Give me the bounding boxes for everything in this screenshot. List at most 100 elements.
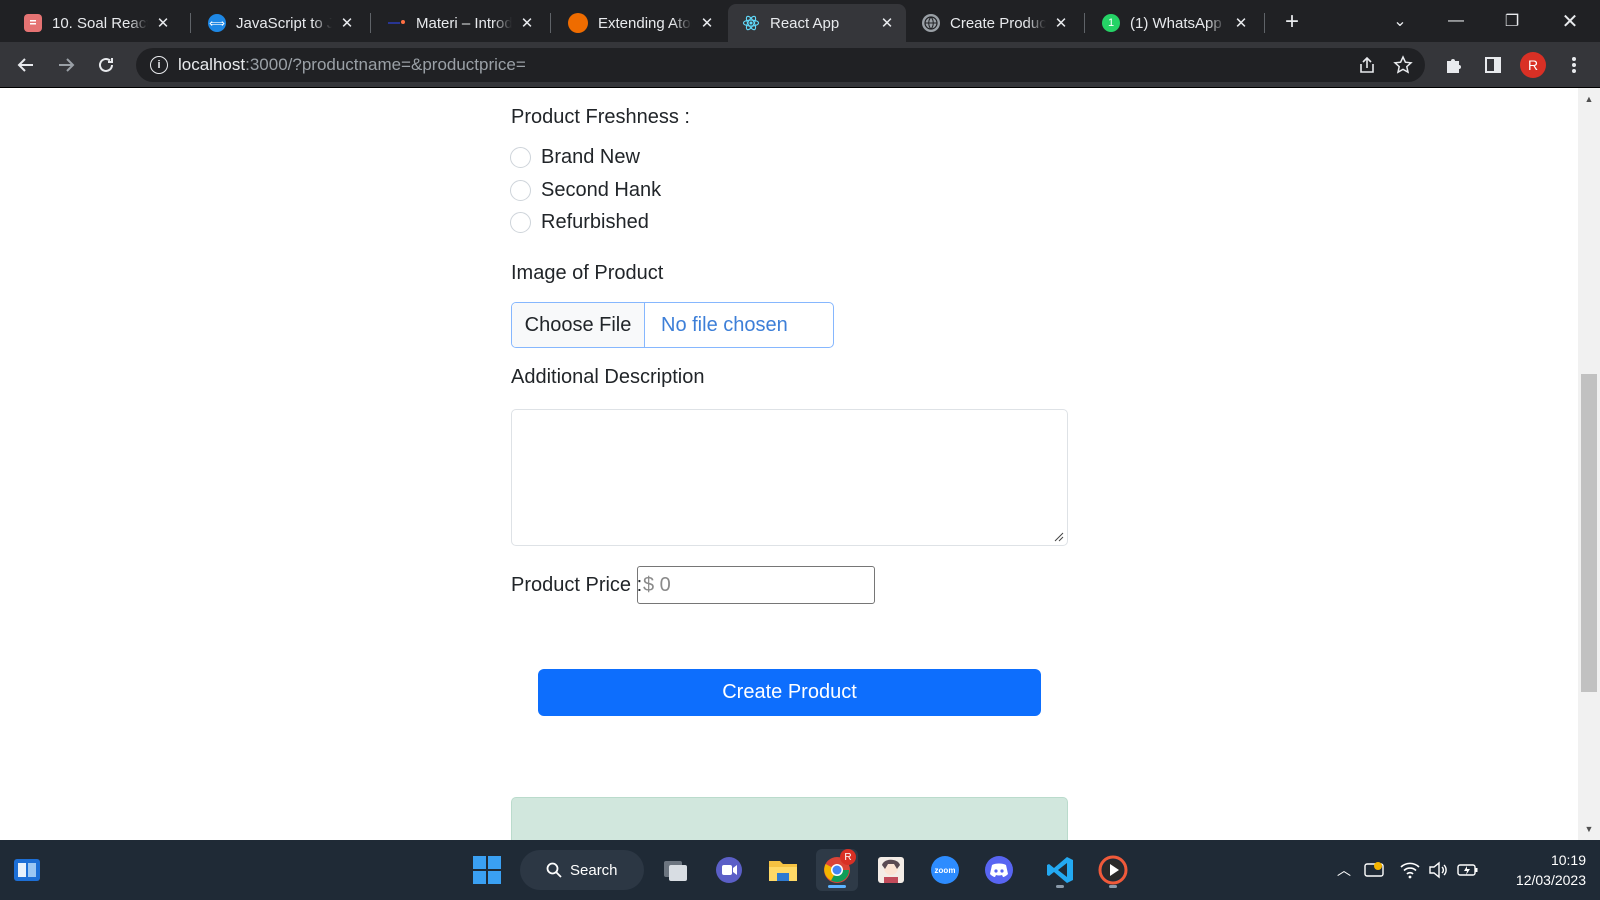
radio-label: Second Hank <box>541 179 662 201</box>
tab-title: Materi – Introd <box>416 14 512 32</box>
radio-refurbished[interactable]: Refurbished <box>510 211 649 234</box>
zoom-icon[interactable]: zoom <box>924 849 966 891</box>
close-icon[interactable]: ✕ <box>1052 14 1070 32</box>
task-view-icon[interactable] <box>654 849 696 891</box>
clock-time: 10:19 <box>1550 852 1586 868</box>
image-label: Image of Product <box>511 262 664 284</box>
scroll-down-arrow-icon[interactable]: ▼ <box>1578 820 1600 838</box>
windows-taskbar: Search R zoom ︿ 10:19 12/03/2023 <box>0 840 1600 900</box>
reload-button[interactable] <box>90 49 122 81</box>
side-panel-button[interactable] <box>1477 49 1509 81</box>
start-windows-icon[interactable] <box>466 849 508 891</box>
close-icon[interactable]: ✕ <box>518 14 536 32</box>
anime-app-icon[interactable] <box>870 849 912 891</box>
tab-react-app[interactable]: React App ✕ <box>728 4 906 42</box>
file-status: No file chosen <box>661 313 788 336</box>
tab-divider <box>1264 13 1265 33</box>
radio-brand-new[interactable]: Brand New <box>510 146 640 169</box>
tab-search-chevron-icon[interactable]: ⌄ <box>1380 6 1420 36</box>
active-indicator <box>828 885 846 888</box>
tab-title: React App <box>770 14 840 32</box>
wifi-icon[interactable] <box>1398 858 1422 882</box>
site-info-icon[interactable]: i <box>150 56 168 74</box>
tab-title: Extending Ator <box>598 14 692 32</box>
share-icon[interactable] <box>1357 55 1377 80</box>
scroll-up-arrow-icon[interactable]: ▲ <box>1578 90 1600 108</box>
vscode-icon[interactable] <box>1039 849 1081 891</box>
tab-soal-react[interactable]: 10. Soal React I ✕ <box>10 4 182 42</box>
choose-file-button[interactable]: Choose File <box>512 303 645 347</box>
price-input[interactable]: $ 0 <box>637 566 875 604</box>
tab-divider <box>550 13 551 33</box>
chrome-profile-badge: R <box>840 849 856 865</box>
chrome-icon[interactable]: R <box>816 849 858 891</box>
bookmark-star-icon[interactable] <box>1393 55 1413 80</box>
teams-chat-icon[interactable] <box>708 849 750 891</box>
create-product-button[interactable]: Create Product <box>538 669 1041 716</box>
radio-button[interactable] <box>510 147 531 168</box>
description-label: Additional Description <box>511 366 705 388</box>
extensions-button[interactable] <box>1437 49 1469 81</box>
page-scrollbar[interactable]: ▲ ▼ <box>1578 88 1600 840</box>
radio-second-hank[interactable]: Second Hank <box>510 179 661 202</box>
page-content: Product Freshness : Brand New Second Han… <box>0 88 1578 840</box>
new-tab-button[interactable]: + <box>1278 8 1306 36</box>
close-icon[interactable]: ✕ <box>878 14 896 32</box>
close-icon[interactable]: ✕ <box>338 14 356 32</box>
tray-overflow-chevron-icon[interactable]: ︿ <box>1332 858 1356 882</box>
menu-kebab-icon[interactable] <box>1558 49 1590 81</box>
tab-title: JavaScript to JS <box>236 14 332 32</box>
clock-date: 12/03/2023 <box>1515 872 1586 888</box>
tray-app-icon[interactable] <box>1362 858 1386 882</box>
browser-tab-strip: 10. Soal React I ✕ ⟺ JavaScript to JS ✕ … <box>0 0 1600 42</box>
transform-icon: ⟺ <box>208 14 226 32</box>
back-button[interactable] <box>10 49 42 81</box>
forward-button[interactable] <box>50 49 82 81</box>
price-label: Product Price : <box>511 574 643 596</box>
tab-whatsapp[interactable]: 1 (1) WhatsApp ✕ <box>1088 4 1260 42</box>
freshness-label: Product Freshness : <box>511 106 690 128</box>
system-clock[interactable]: 10:19 12/03/2023 <box>1490 850 1586 890</box>
widgets-icon[interactable] <box>6 849 48 891</box>
resize-grip-icon[interactable] <box>1054 532 1064 542</box>
reload-icon <box>99 57 113 72</box>
forward-arrow-icon <box>59 58 75 72</box>
whatsapp-icon: 1 <box>1102 14 1120 32</box>
document-icon <box>24 14 42 32</box>
browser-toolbar: i localhost:3000/?productname=&productpr… <box>0 42 1600 88</box>
tab-divider <box>1084 13 1085 33</box>
tab-materi-introd[interactable]: Materi – Introd ✕ <box>374 4 546 42</box>
volume-icon[interactable] <box>1426 858 1450 882</box>
back-arrow-icon <box>17 58 33 72</box>
radio-button[interactable] <box>510 180 531 201</box>
running-indicator <box>1056 885 1064 888</box>
window-close-button[interactable]: ✕ <box>1550 6 1590 36</box>
running-indicator <box>1109 885 1117 888</box>
taskbar-search-button[interactable]: Search <box>520 850 644 890</box>
puzzle-icon <box>1447 59 1461 73</box>
page-icon <box>388 14 406 32</box>
radio-label: Refurbished <box>541 211 649 233</box>
scrollbar-thumb[interactable] <box>1581 374 1597 692</box>
description-textarea[interactable] <box>511 409 1068 546</box>
discord-icon[interactable] <box>978 849 1020 891</box>
minimize-button[interactable]: — <box>1436 6 1476 36</box>
media-player-icon[interactable] <box>1092 849 1134 891</box>
close-icon[interactable]: ✕ <box>698 14 716 32</box>
radio-button[interactable] <box>510 212 531 233</box>
restore-button[interactable]: ❐ <box>1492 6 1532 36</box>
tab-javascript-to-js[interactable]: ⟺ JavaScript to JS ✕ <box>194 4 366 42</box>
close-icon[interactable]: ✕ <box>154 14 172 32</box>
search-icon <box>546 862 562 878</box>
battery-icon[interactable] <box>1456 858 1480 882</box>
image-file-input[interactable]: Choose File No file chosen <box>511 302 834 348</box>
close-icon[interactable]: ✕ <box>1232 14 1250 32</box>
url-text: localhost:3000/?productname=&productpric… <box>178 55 526 75</box>
tab-create-product[interactable]: Create Product ✕ <box>908 4 1080 42</box>
tab-divider <box>370 13 371 33</box>
address-bar[interactable]: i localhost:3000/?productname=&productpr… <box>136 48 1425 82</box>
profile-avatar[interactable]: R <box>1520 52 1546 78</box>
file-explorer-icon[interactable] <box>762 849 804 891</box>
price-placeholder: $ 0 <box>643 573 671 596</box>
tab-extending-ator[interactable]: Extending Ator ✕ <box>554 4 726 42</box>
